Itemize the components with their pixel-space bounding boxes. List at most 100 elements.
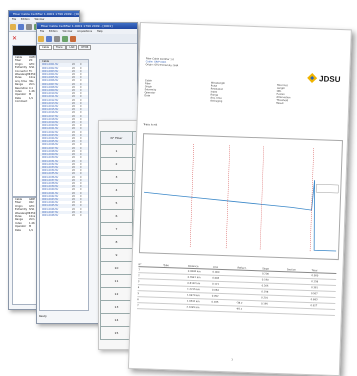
event-cell xyxy=(237,277,262,283)
event-cell xyxy=(286,278,311,284)
file-flag: 0 xyxy=(80,214,81,217)
menu-edition[interactable]: Edition xyxy=(49,30,58,33)
report-field-label: Result xyxy=(276,102,302,106)
event-cell: 0.683 xyxy=(311,297,336,303)
fiber-number-cell: 8 xyxy=(101,236,133,249)
fiber-number-cell: 12 xyxy=(101,288,133,301)
settings-icon[interactable] xyxy=(70,36,76,42)
file-name: 0001-0048.fbr xyxy=(42,214,72,217)
tab-trace[interactable]: Trace xyxy=(53,45,66,50)
event-cell: 7 xyxy=(137,303,162,309)
event-cell: 4 xyxy=(138,285,163,291)
menu-window[interactable]: Window xyxy=(62,30,72,33)
event-cell: 0.198 xyxy=(261,289,286,295)
trace-label: Trace A->B xyxy=(143,123,157,126)
event-cell: 0.927 xyxy=(310,303,335,309)
status-bar: Ready xyxy=(39,315,47,318)
fiber-number-cell: 10 xyxy=(101,262,133,275)
fiber-number-cell: 4 xyxy=(101,184,133,197)
event-cell: 1.2215 km xyxy=(187,287,212,293)
fiber-number-cell: 3 xyxy=(101,171,133,184)
zoom-icon[interactable] xyxy=(62,36,68,42)
event-cell xyxy=(163,268,188,274)
fiber-number-cell: 2 xyxy=(101,158,133,171)
open-icon[interactable] xyxy=(10,24,16,30)
brand-text: JDSU xyxy=(319,74,341,84)
event-cell: 0.0000 km xyxy=(188,269,213,275)
fiber-number-cell: 15 xyxy=(101,327,133,340)
event-cell: 2.1045 km xyxy=(186,305,211,311)
event-cell xyxy=(236,295,261,301)
trace-chart xyxy=(139,133,343,260)
file-list-panel: Cable 0001-0001.fbr2000001-0002.fbr20000… xyxy=(39,59,89,311)
event-cell: -45.1 xyxy=(236,307,261,313)
file-list-item[interactable]: 0001-0048.fbr200 xyxy=(40,214,88,217)
property-key: Date xyxy=(15,229,29,232)
event-cell: 6 xyxy=(137,297,162,303)
report-header: Fiber Cable Certifier 1.0 Cable: GRIP 00… xyxy=(145,57,265,70)
event-cell: 0.190 xyxy=(262,277,287,283)
event-cell xyxy=(163,274,188,280)
menu-help[interactable]: Help xyxy=(97,30,103,33)
col-fiber-number[interactable]: N° Fiber xyxy=(101,132,133,145)
menu-file[interactable]: File xyxy=(12,18,16,21)
open-icon[interactable] xyxy=(38,36,44,42)
event-marker xyxy=(226,145,230,249)
report-field-label: Averaging xyxy=(210,100,236,104)
event-cell xyxy=(211,306,236,312)
event-cell xyxy=(286,284,311,290)
print-icon[interactable] xyxy=(26,24,32,30)
logo-icon: JDSU xyxy=(303,71,343,86)
event-cell xyxy=(310,309,335,315)
event-cell: 0.158 xyxy=(311,279,336,285)
event-cell: 0.8102 km xyxy=(187,281,212,287)
event-cell: 5 xyxy=(137,291,162,297)
trace-legend xyxy=(316,184,338,193)
event-cell: 0.507 xyxy=(311,291,336,297)
page-number: 1 xyxy=(231,358,233,361)
event-cell xyxy=(162,298,187,304)
event-cell: 0.201 xyxy=(261,295,286,301)
print-icon[interactable] xyxy=(54,36,60,42)
otdr-trace-line xyxy=(142,174,338,251)
event-cell xyxy=(237,283,262,289)
event-cell xyxy=(286,290,311,296)
event-cell: 2 xyxy=(138,273,163,279)
menu-window[interactable]: Window xyxy=(34,18,44,21)
event-cell xyxy=(237,289,262,295)
trace-svg xyxy=(140,134,342,259)
event-cell: 0.092 xyxy=(212,294,237,300)
event-cell: 1 xyxy=(138,267,163,273)
tab-lan[interactable]: LAN xyxy=(66,45,77,50)
event-table: N°TypeDistanceLossReflect.SlopeSectionTo… xyxy=(137,263,336,316)
event-cell xyxy=(286,302,311,308)
tab-otdr[interactable]: OTDR xyxy=(78,45,91,50)
event-cell: 0.000 xyxy=(212,270,237,276)
event-cell: 0.361 xyxy=(311,285,336,291)
menu-acquisitions[interactable]: Acquisitions xyxy=(77,30,92,33)
event-marker xyxy=(260,146,264,250)
property-key: Comment xyxy=(15,100,29,103)
fiber-number-cell: 6 xyxy=(101,210,133,223)
event-cell: 0.3941 km xyxy=(188,275,213,281)
fiber-number-cell: 7 xyxy=(101,223,133,236)
file-count: 20 xyxy=(72,214,80,217)
tab-cable[interactable]: Cable xyxy=(39,45,52,50)
event-marker xyxy=(190,144,194,248)
event-cell: 3 xyxy=(138,279,163,285)
event-cell xyxy=(162,304,187,310)
fiber-number-cell: 13 xyxy=(101,301,133,314)
save-icon[interactable] xyxy=(18,24,24,30)
fiber-number-cell: 11 xyxy=(101,275,133,288)
fiber-number-cell: 14 xyxy=(101,314,133,327)
event-cell xyxy=(162,292,187,298)
save-icon[interactable] xyxy=(46,36,52,42)
event-cell: 0.000 xyxy=(311,273,336,279)
close-x-icon[interactable]: ✕ xyxy=(12,35,17,42)
menu-edition[interactable]: Edition xyxy=(21,18,30,21)
fiber-number-cell: 5 xyxy=(101,197,133,210)
jdsu-logo: JDSU xyxy=(303,71,343,86)
menu-file[interactable]: File xyxy=(40,30,44,33)
event-cell: 0.083 xyxy=(212,276,237,282)
property-value: 1/1 xyxy=(29,229,33,232)
